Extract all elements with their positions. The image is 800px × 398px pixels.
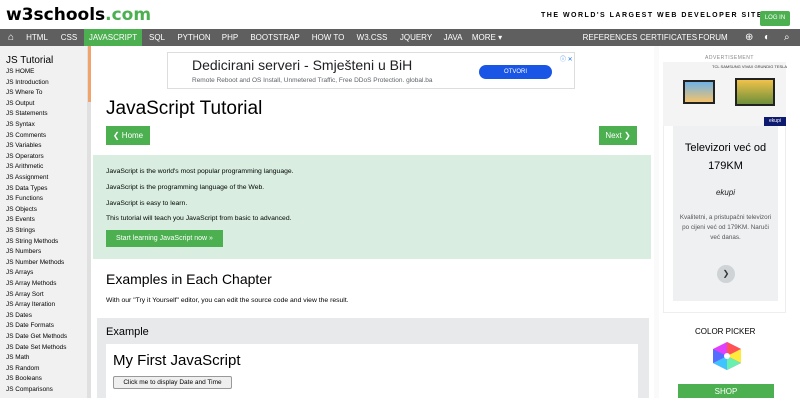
sidebar-link[interactable]: JS Functions	[6, 195, 43, 202]
chevron-right-icon[interactable]: ❯	[717, 265, 735, 283]
ad-brands: TCL SAMSUNG VIVAX GRUNDIG TESLA	[712, 64, 788, 69]
home-button[interactable]: ❮ Home	[106, 126, 150, 145]
sidebar-link[interactable]: JS Arithmetic	[6, 163, 43, 170]
example-label: Example	[106, 326, 149, 338]
nav-certificates[interactable]: CERTIFICATES	[640, 29, 697, 46]
sidebar-link[interactable]: JS String Methods	[6, 238, 58, 245]
color-picker-label: COLOR PICKER	[695, 327, 756, 336]
ad-badge: ekupi	[764, 117, 786, 126]
shop-button[interactable]: SHOP	[678, 384, 774, 398]
color-wheel-icon[interactable]	[711, 342, 743, 370]
ad-subtitle: Remote Reboot and OS Install, Unmetered …	[192, 77, 433, 84]
intro-line: JavaScript is easy to learn.	[106, 200, 188, 207]
sidebar-title: JS Tutorial	[6, 55, 54, 66]
nav-references[interactable]: REFERENCES ▾	[582, 29, 638, 59]
logo-main-text: w3schools	[6, 5, 106, 25]
sidebar-link[interactable]: JS Arrays	[6, 269, 33, 276]
start-learning-button[interactable]: Start learning JavaScript now »	[106, 230, 223, 247]
nav-w3css[interactable]: W3.CSS	[350, 29, 394, 46]
sidebar-link[interactable]: JS Statements	[6, 110, 48, 117]
w3schools-logo[interactable]: w3schools.com	[6, 5, 151, 25]
sidebar-scroll-thumb[interactable]	[88, 46, 91, 102]
sidebar-link[interactable]: JS Comments	[6, 132, 46, 139]
examples-heading: Examples in Each Chapter	[106, 271, 272, 287]
theme-icon[interactable]: ◐	[764, 29, 770, 46]
ad-title[interactable]: Dedicirani serveri - Smješteni u BiH	[192, 57, 412, 73]
intro-line: JavaScript is the programming language o…	[106, 184, 265, 191]
main-nav: ⌂ HTML CSS JAVASCRIPT SQL PYTHON PHP BOO…	[0, 29, 800, 59]
globe-icon[interactable]: ⊕	[745, 29, 753, 46]
ad-text: Kvalitetni, a pristupačni televizori po …	[679, 214, 772, 241]
sidebar-link[interactable]: JS Output	[6, 100, 34, 107]
sidebar-link[interactable]: JS Strings	[6, 227, 35, 234]
sidebar-link[interactable]: JS Comparisons	[6, 386, 53, 393]
sidebar-link[interactable]: JS Date Get Methods	[6, 333, 67, 340]
intro-line: JavaScript is the world's most popular p…	[106, 168, 294, 175]
nav-javascript[interactable]: JAVASCRIPT	[84, 29, 142, 46]
nav-java[interactable]: JAVA	[438, 29, 468, 46]
example-heading: My First JavaScript	[113, 352, 241, 369]
nav-sql[interactable]: SQL	[142, 29, 172, 46]
ad-heading[interactable]: Televizori već od 179KM	[673, 139, 778, 175]
sidebar-link[interactable]: JS Numbers	[6, 248, 41, 255]
top-advertisement[interactable]: Dedicirani serveri - Smješteni u BiH Rem…	[167, 52, 575, 89]
intro-box: JavaScript is the world's most popular p…	[93, 155, 651, 259]
home-icon[interactable]: ⌂	[8, 29, 14, 46]
search-icon[interactable]: ⌕	[784, 29, 790, 46]
nav-forum[interactable]: FORUM	[696, 29, 730, 46]
sidebar-link[interactable]: JS Assignment	[6, 174, 48, 181]
sidebar-link[interactable]: JS Where To	[6, 89, 42, 96]
display-date-button[interactable]: Click me to display Date and Time	[113, 376, 232, 389]
sidebar-link[interactable]: JS Random	[6, 365, 39, 372]
login-button[interactable]: LOG IN	[760, 11, 790, 26]
sidebar-link[interactable]: JS Data Types	[6, 185, 47, 192]
sidebar-link[interactable]: JS Operators	[6, 153, 44, 160]
logo-suffix-text: .com	[105, 5, 152, 25]
ad-close-icon[interactable]: ⓘ ✕	[560, 54, 573, 63]
sidebar-link[interactable]: JS Date Formats	[6, 322, 54, 329]
ad-open-button[interactable]: OTVORI	[479, 65, 552, 79]
sidebar-link[interactable]: JS Number Methods	[6, 259, 64, 266]
nav-jquery[interactable]: JQUERY	[394, 29, 438, 46]
sidebar-link[interactable]: JS HOME	[6, 68, 34, 75]
sidebar-link[interactable]: JS Variables	[6, 142, 41, 149]
sidebar-link[interactable]: JS Math	[6, 354, 29, 361]
sidebar-link[interactable]: JS Objects	[6, 206, 37, 213]
content-scrollbar[interactable]	[654, 46, 659, 398]
ad-brand-logo: ekupi	[715, 188, 736, 197]
sidebar-link[interactable]: JS Events	[6, 216, 35, 223]
sidebar-link[interactable]: JS Syntax	[6, 121, 35, 128]
examples-description: With our "Try it Yourself" editor, you c…	[106, 297, 349, 304]
nav-more[interactable]: MORE ▾	[468, 29, 506, 46]
advertisement-label: ADVERTISEMENT	[705, 55, 754, 61]
page-title: JavaScript Tutorial	[106, 98, 263, 119]
intro-line: This tutorial will teach you JavaScript …	[106, 215, 292, 222]
nav-php[interactable]: PHP	[216, 29, 244, 46]
next-button[interactable]: Next ❯	[599, 126, 637, 145]
top-bar: w3schools.com THE WORLD'S LARGEST WEB DE…	[0, 0, 800, 29]
sidebar-link[interactable]: JS Date Set Methods	[6, 344, 66, 351]
tv-image	[735, 78, 775, 106]
sidebar-link[interactable]: JS Array Sort	[6, 291, 44, 298]
site-tagline: THE WORLD'S LARGEST WEB DEVELOPER SITE	[541, 12, 764, 19]
nav-html[interactable]: HTML	[20, 29, 54, 46]
tv-image	[683, 80, 715, 104]
nav-bootstrap[interactable]: BOOTSTRAP	[244, 29, 306, 46]
sidebar-link[interactable]: JS Dates	[6, 312, 32, 319]
nav-howto[interactable]: HOW TO	[306, 29, 350, 46]
sidebar-link[interactable]: JS Introduction	[6, 79, 49, 86]
sidebar-link[interactable]: JS Array Iteration	[6, 301, 55, 308]
nav-python[interactable]: PYTHON	[172, 29, 216, 46]
sidebar-link[interactable]: JS Array Methods	[6, 280, 56, 287]
nav-css[interactable]: CSS	[54, 29, 84, 46]
sidebar-link[interactable]: JS Booleans	[6, 375, 42, 382]
